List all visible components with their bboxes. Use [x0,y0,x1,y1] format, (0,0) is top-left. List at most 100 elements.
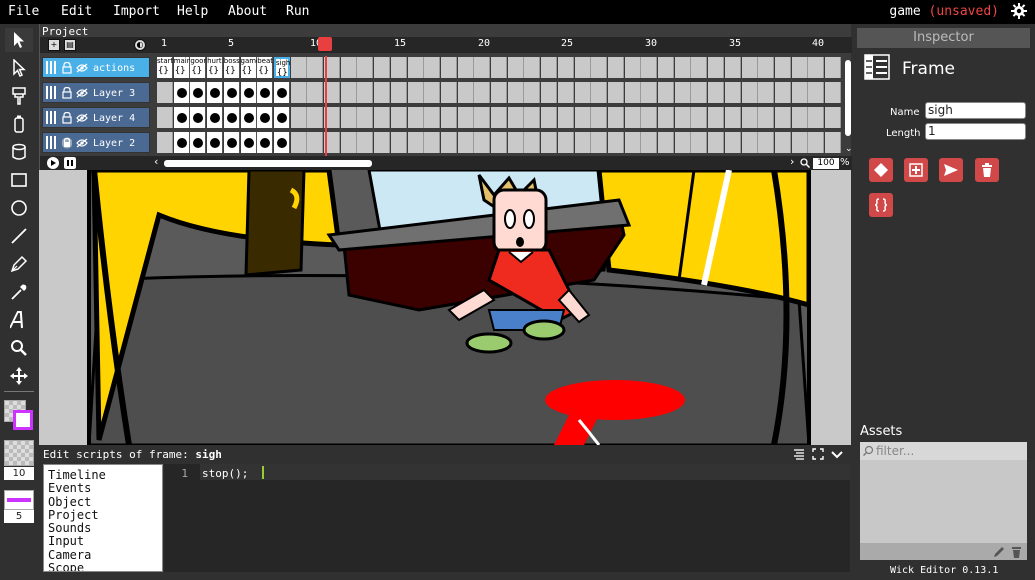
frame-cell[interactable] [708,82,725,103]
frame-cell[interactable] [641,132,658,153]
code-category-object[interactable]: Object [48,495,162,509]
frame-cell[interactable] [273,132,290,153]
frame-cell[interactable] [774,132,791,153]
frame-cell[interactable] [491,132,507,153]
frame-cell[interactable] [507,132,524,153]
frame-cell[interactable] [708,107,725,128]
frame-cell[interactable] [457,107,474,128]
frame-cell[interactable] [440,82,457,103]
frame-cell[interactable] [524,82,541,103]
frame-cell[interactable] [557,132,574,153]
frame-cell[interactable] [641,82,658,103]
frame-cell[interactable] [190,82,207,103]
frame-cell[interactable] [724,132,741,153]
frame-cell[interactable] [541,107,558,128]
frame-cell[interactable] [390,132,407,153]
brush-size-input[interactable]: 5 [4,510,34,523]
code-category-project[interactable]: Project [48,508,162,522]
frame-cell[interactable] [374,107,391,128]
frame-cell[interactable] [808,132,825,153]
eye-icon[interactable] [76,63,88,73]
timeline-vertical-scrollbar[interactable] [844,57,852,139]
menu-import[interactable]: Import [113,4,160,19]
frame-cell[interactable] [774,82,791,103]
frame-cell[interactable] [290,107,307,128]
frame-cell[interactable] [624,107,641,128]
frame-cell[interactable] [223,107,240,128]
eye-icon[interactable] [76,113,88,123]
frame-cell[interactable] [658,57,674,78]
asset-filter-input[interactable]: filter... [860,442,1027,460]
canvas[interactable] [39,170,851,445]
menu-file[interactable]: File [8,4,39,19]
frame-cell[interactable] [407,107,424,128]
frame-cell[interactable] [474,57,491,78]
lock-icon[interactable] [62,62,72,74]
frame-cell[interactable] [674,107,691,128]
onion-skin-button[interactable]: ◐ [134,39,146,51]
frame-cell[interactable] [257,82,274,103]
frame-cell[interactable] [691,82,708,103]
frame-cell[interactable] [424,82,441,103]
frame-cell[interactable] [607,107,624,128]
cursor-tool[interactable] [5,28,33,52]
frame-cell[interactable] [724,107,741,128]
frame-cell[interactable] [607,82,624,103]
path-cursor-tool[interactable] [5,56,33,80]
frame-cell[interactable] [190,132,207,153]
text-tool[interactable] [5,308,33,332]
frame-cell[interactable] [524,107,541,128]
code-category-timeline[interactable]: Timeline [48,468,162,482]
frame-cell[interactable] [307,132,324,153]
frame-cell[interactable] [825,107,841,128]
frame-cell[interactable] [424,107,441,128]
frame-cell[interactable] [340,132,357,153]
frame-cell[interactable]: game{} [240,57,257,78]
code-textarea[interactable]: stop(); [200,464,850,572]
frame-cell[interactable] [591,107,608,128]
frame-cell[interactable] [591,132,608,153]
menu-about[interactable]: About [228,4,267,19]
frame-cell[interactable]: hurt{} [207,57,224,78]
frame-cell[interactable] [491,107,507,128]
frame-cell[interactable] [407,132,424,153]
pen-tool[interactable] [5,252,33,276]
collapse-chevron-icon[interactable] [831,448,843,460]
frame-cell[interactable] [157,132,173,153]
frame-cell[interactable] [190,107,207,128]
frame-cell[interactable] [791,107,808,128]
frame-cell[interactable] [574,107,591,128]
frame-cell[interactable] [774,57,791,78]
frame-cell[interactable] [307,107,324,128]
frame-cell[interactable] [557,82,574,103]
frame-cell[interactable] [825,132,841,153]
frame-cell[interactable] [808,107,825,128]
frame-cell[interactable] [758,82,775,103]
brush-tool[interactable] [5,84,33,108]
scroll-left-icon[interactable]: ‹ [154,155,158,168]
frame-cell[interactable] [825,82,841,103]
frame-cell[interactable] [157,107,173,128]
trash-icon[interactable] [1011,546,1022,558]
frame-cell[interactable]: boss{} [223,57,240,78]
edit-script-button[interactable] [869,193,893,217]
frame-cell[interactable]: sigh{} [273,57,290,78]
frame-cell[interactable] [791,132,808,153]
frame-cell[interactable] [691,132,708,153]
frame-cell[interactable] [290,57,307,78]
frame-cell[interactable] [507,57,524,78]
add-layer-button[interactable]: + [48,39,60,51]
layer-grip[interactable] [46,61,56,74]
frame-cell[interactable] [724,57,741,78]
play-icon[interactable] [47,157,59,169]
delete-layer-button[interactable]: ▤ [64,39,76,51]
frame-cell[interactable] [173,132,190,153]
pause-icon[interactable] [64,157,76,169]
frame-cell[interactable] [390,57,407,78]
frame-cell[interactable] [257,132,274,153]
frame-cell[interactable] [491,57,507,78]
frame-cell[interactable] [173,107,190,128]
frame-cell[interactable] [273,107,290,128]
gear-icon[interactable] [1011,3,1027,19]
frame-cell[interactable] [741,57,758,78]
